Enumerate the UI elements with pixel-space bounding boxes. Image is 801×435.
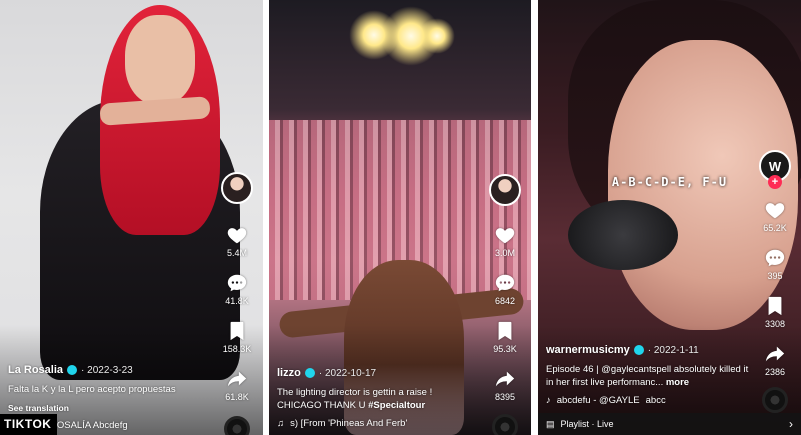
like-button[interactable]: 65.2K [763, 199, 787, 233]
music-disc-icon[interactable] [224, 416, 250, 435]
music-extra: abcc [645, 395, 666, 407]
comment-icon [227, 274, 247, 292]
music-row[interactable]: ♪ abcdefu - @GAYLE abcc [546, 395, 749, 408]
brand-logo-text: W [768, 158, 782, 174]
share-button[interactable]: 2386 [764, 343, 786, 377]
author-name[interactable]: lizzo [277, 366, 301, 381]
person-face [125, 15, 195, 105]
hashtag-link[interactable]: #Specialtour [368, 400, 425, 411]
heart-icon [765, 203, 785, 219]
comment-button[interactable]: 6842 [494, 272, 516, 306]
comment-icon [495, 274, 515, 292]
share-count: 8395 [494, 392, 516, 402]
video-panel-2[interactable]: 3.0M 6842 95.3K 8395 lizzo · 2022-10-17 … [269, 0, 531, 435]
share-icon [495, 371, 515, 387]
author-row: La Rosalia · 2022-3-23 [8, 363, 211, 378]
comment-button[interactable]: 395 [764, 247, 786, 281]
bookmark-icon [498, 321, 512, 341]
save-button[interactable]: 158.3K [222, 320, 252, 354]
verified-icon [67, 365, 78, 376]
share-count: 2386 [764, 367, 786, 377]
music-title: s) [From 'Phineas And Ferb' [290, 418, 408, 430]
video-panel-1[interactable]: 5.4M 41.8K 158.3K 61.8K La Rosalia · 202… [0, 0, 263, 435]
playlist-icon: ▤ [546, 418, 555, 429]
microphone [568, 200, 678, 270]
post-date: · 2022-1-11 [647, 344, 699, 356]
like-button[interactable]: 3.0M [494, 224, 516, 258]
comment-count: 41.8K [225, 296, 249, 306]
comment-count: 395 [767, 271, 783, 281]
like-button[interactable]: 5.4M [226, 224, 248, 258]
like-count: 65.2K [763, 223, 787, 233]
music-disc-icon[interactable] [492, 414, 518, 435]
save-count: 95.3K [493, 344, 517, 354]
music-row[interactable]: ♫ s) [From 'Phineas And Ferb' [277, 418, 479, 431]
heart-icon [495, 228, 515, 244]
tiktok-note-icon: ♪ [546, 395, 551, 407]
caption: The lighting director is gettin a raise … [277, 387, 479, 413]
save-count: 3308 [764, 319, 786, 329]
music-disc-icon[interactable] [762, 387, 788, 413]
comment-button[interactable]: 41.8K [225, 272, 249, 306]
comment-count: 6842 [494, 296, 516, 306]
playlist-label: Playlist · Live [560, 419, 614, 429]
author-row: warnermusicmy · 2022-1-11 [546, 343, 749, 358]
caption: Falta la K y la L pero acepto propuestas [8, 383, 176, 395]
creator-avatar[interactable] [489, 174, 521, 206]
more-link[interactable]: more [666, 377, 689, 388]
bookmark-icon [230, 321, 244, 341]
share-button[interactable]: 61.8K [225, 368, 249, 402]
follow-plus-icon[interactable]: + [768, 175, 782, 189]
like-count: 5.4M [226, 248, 247, 258]
verified-icon [304, 368, 315, 379]
post-date: · 2022-3-23 [81, 364, 133, 376]
share-icon [765, 346, 785, 362]
bookmark-icon [768, 296, 782, 316]
comment-icon [765, 249, 785, 267]
author-name[interactable]: La Rosalia [8, 363, 63, 378]
action-sidebar: 5.4M 41.8K 158.3K 61.8K [217, 172, 257, 435]
caption: Episode 46 | @gaylecantspell absolutely … [546, 364, 749, 390]
tiktok-watermark: TIKTOK [0, 414, 58, 435]
video-meta: lizzo · 2022-10-17 The lighting director… [277, 366, 479, 431]
video-meta: warnermusicmy · 2022-1-11 Episode 46 | @… [546, 343, 749, 408]
save-button[interactable]: 95.3K [493, 320, 517, 354]
save-button[interactable]: 3308 [764, 295, 786, 329]
share-count: 61.8K [225, 392, 249, 402]
verified-icon [633, 345, 644, 356]
share-button[interactable]: 8395 [494, 368, 516, 402]
stage-light [419, 18, 455, 54]
chevron-right-icon: › [789, 417, 793, 431]
action-sidebar: 3.0M 6842 95.3K 8395 [485, 174, 525, 435]
author-row: lizzo · 2022-10-17 [277, 366, 479, 381]
post-date: · 2022-10-17 [318, 367, 377, 379]
playlist-bar[interactable]: ▤ Playlist · Live › [538, 413, 801, 435]
see-translation-link[interactable]: See translation [8, 403, 211, 414]
music-title: ROSALÍA Abcdefg [50, 420, 128, 432]
action-sidebar: W + 65.2K 395 3308 2386 [755, 150, 795, 413]
music-title: abcdefu - @GAYLE [556, 395, 640, 407]
caption-text: Episode 46 | @gaylecantspell absolutely … [546, 363, 749, 388]
author-name[interactable]: warnermusicmy [546, 343, 630, 358]
creator-avatar[interactable] [221, 172, 253, 204]
heart-icon [227, 228, 247, 244]
video-panel-3[interactable]: A-B-C-D-E, F-U W + 65.2K 395 3308 2386 w… [538, 0, 801, 435]
share-icon [227, 371, 247, 387]
save-count: 158.3K [222, 344, 252, 354]
music-note-icon: ♫ [277, 418, 285, 430]
like-count: 3.0M [494, 248, 515, 258]
